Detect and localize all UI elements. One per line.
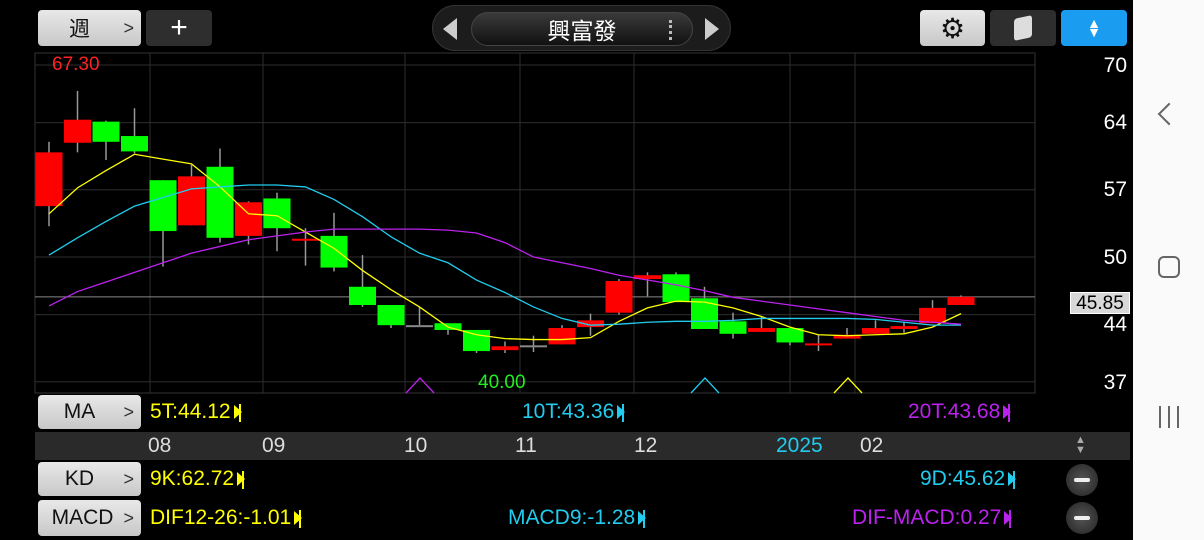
candlestick-chart xyxy=(34,52,1036,394)
candle-body xyxy=(263,198,291,229)
candle-body xyxy=(406,325,433,328)
ma20-text: 20T:43.68 xyxy=(908,400,1001,423)
candle-body xyxy=(463,329,490,352)
year-label: 2025 xyxy=(776,434,823,457)
recents-icon[interactable] xyxy=(1159,406,1179,428)
resize-handle-icon[interactable]: ▲ ▼ xyxy=(1075,435,1086,456)
candle-body xyxy=(947,296,975,305)
dif-value: DIF12-26:-1.01 xyxy=(150,506,303,530)
flag-icon xyxy=(237,471,246,489)
month-label: 10 xyxy=(404,434,428,457)
y-tick: 70 xyxy=(1103,54,1127,77)
home-icon[interactable] xyxy=(1158,256,1180,278)
high-price-label: 67.30 xyxy=(52,54,100,75)
candle-body xyxy=(377,305,405,326)
back-icon[interactable] xyxy=(1157,102,1181,126)
ma-deduction-marker xyxy=(405,377,435,394)
kd-button-label: KD xyxy=(64,467,95,490)
kd-indicator-button[interactable]: KD > xyxy=(38,462,141,496)
d-text: 9D:45.62 xyxy=(920,467,1006,490)
flag-icon xyxy=(1003,404,1012,422)
month-label: 08 xyxy=(148,434,172,457)
ma20-value: 20T:43.68 xyxy=(908,400,1012,424)
flag-icon xyxy=(1008,471,1017,489)
k-text: 9K:62.72 xyxy=(150,467,235,490)
candle-body xyxy=(121,136,148,152)
month-label: 11 xyxy=(515,434,537,457)
ma-deduction-marker xyxy=(833,377,863,394)
candle-body xyxy=(719,321,747,334)
candle-body xyxy=(520,345,547,348)
chevron-right-icon: > xyxy=(123,507,134,528)
ma-indicator-button[interactable]: MA > xyxy=(38,395,141,429)
ma5-text: 5T:44.12 xyxy=(150,400,231,423)
candle-body xyxy=(919,307,946,324)
month-label: 12 xyxy=(634,434,658,457)
ma5-value: 5T:44.12 xyxy=(150,400,242,424)
month-label: 02 xyxy=(860,434,884,457)
y-tick: 64 xyxy=(1103,111,1127,134)
candle-body xyxy=(320,235,348,268)
y-tick: 57 xyxy=(1103,178,1127,201)
k-value: 9K:62.72 xyxy=(150,467,246,491)
macd9-value: MACD9:-1.28 xyxy=(508,506,647,530)
candle-body xyxy=(805,343,832,346)
osc-text: DIF-MACD:0.27 xyxy=(852,506,1002,529)
candle-body xyxy=(605,281,633,313)
flag-icon xyxy=(294,510,303,528)
candle-body xyxy=(64,119,91,143)
candle-body xyxy=(691,298,718,329)
chevron-right-icon: > xyxy=(123,468,134,489)
candle-body xyxy=(35,152,63,207)
flag-icon xyxy=(638,510,647,528)
d-value: 9D:45.62 xyxy=(920,467,1017,491)
candle-body xyxy=(92,121,120,142)
macd-button-label: MACD xyxy=(51,506,114,529)
candle-body xyxy=(491,346,519,351)
macd-indicator-button[interactable]: MACD > xyxy=(38,500,141,536)
candle-body xyxy=(178,176,205,226)
flag-icon xyxy=(1004,510,1013,528)
current-price-tag: 45.85 xyxy=(1070,292,1130,314)
candle-body xyxy=(349,286,376,305)
candle-body xyxy=(890,326,918,329)
ma10-value: 10T:43.36 xyxy=(522,400,626,424)
ma10-text: 10T:43.36 xyxy=(522,400,615,423)
ma-button-label: MA xyxy=(63,400,96,423)
dif-text: DIF12-26:-1.01 xyxy=(150,506,292,529)
candle-body xyxy=(548,328,576,345)
chevron-right-icon: > xyxy=(123,401,134,422)
candle-body xyxy=(206,166,234,238)
flag-icon xyxy=(233,404,242,422)
ma-deduction-marker xyxy=(690,377,720,394)
system-nav-bar xyxy=(1133,0,1204,540)
candle-body xyxy=(235,202,262,236)
y-tick: 50 xyxy=(1103,246,1127,269)
y-tick: 37 xyxy=(1103,371,1127,394)
candle-body xyxy=(292,238,319,241)
candle-body xyxy=(862,328,889,334)
remove-macd-button[interactable] xyxy=(1066,502,1098,534)
macd9-text: MACD9:-1.28 xyxy=(508,506,636,529)
ma-line-20T xyxy=(48,228,962,325)
remove-kd-button[interactable] xyxy=(1066,464,1098,496)
candle-body xyxy=(149,180,177,232)
osc-value: DIF-MACD:0.27 xyxy=(852,506,1013,530)
date-axis xyxy=(35,432,1130,460)
flag-icon xyxy=(617,404,626,422)
candle-body xyxy=(748,328,775,332)
low-price-label: 40.00 xyxy=(478,372,526,393)
y-tick: 44 xyxy=(1103,313,1127,336)
candle-body xyxy=(577,320,604,328)
candle-body xyxy=(662,274,690,303)
month-label: 09 xyxy=(262,434,286,457)
